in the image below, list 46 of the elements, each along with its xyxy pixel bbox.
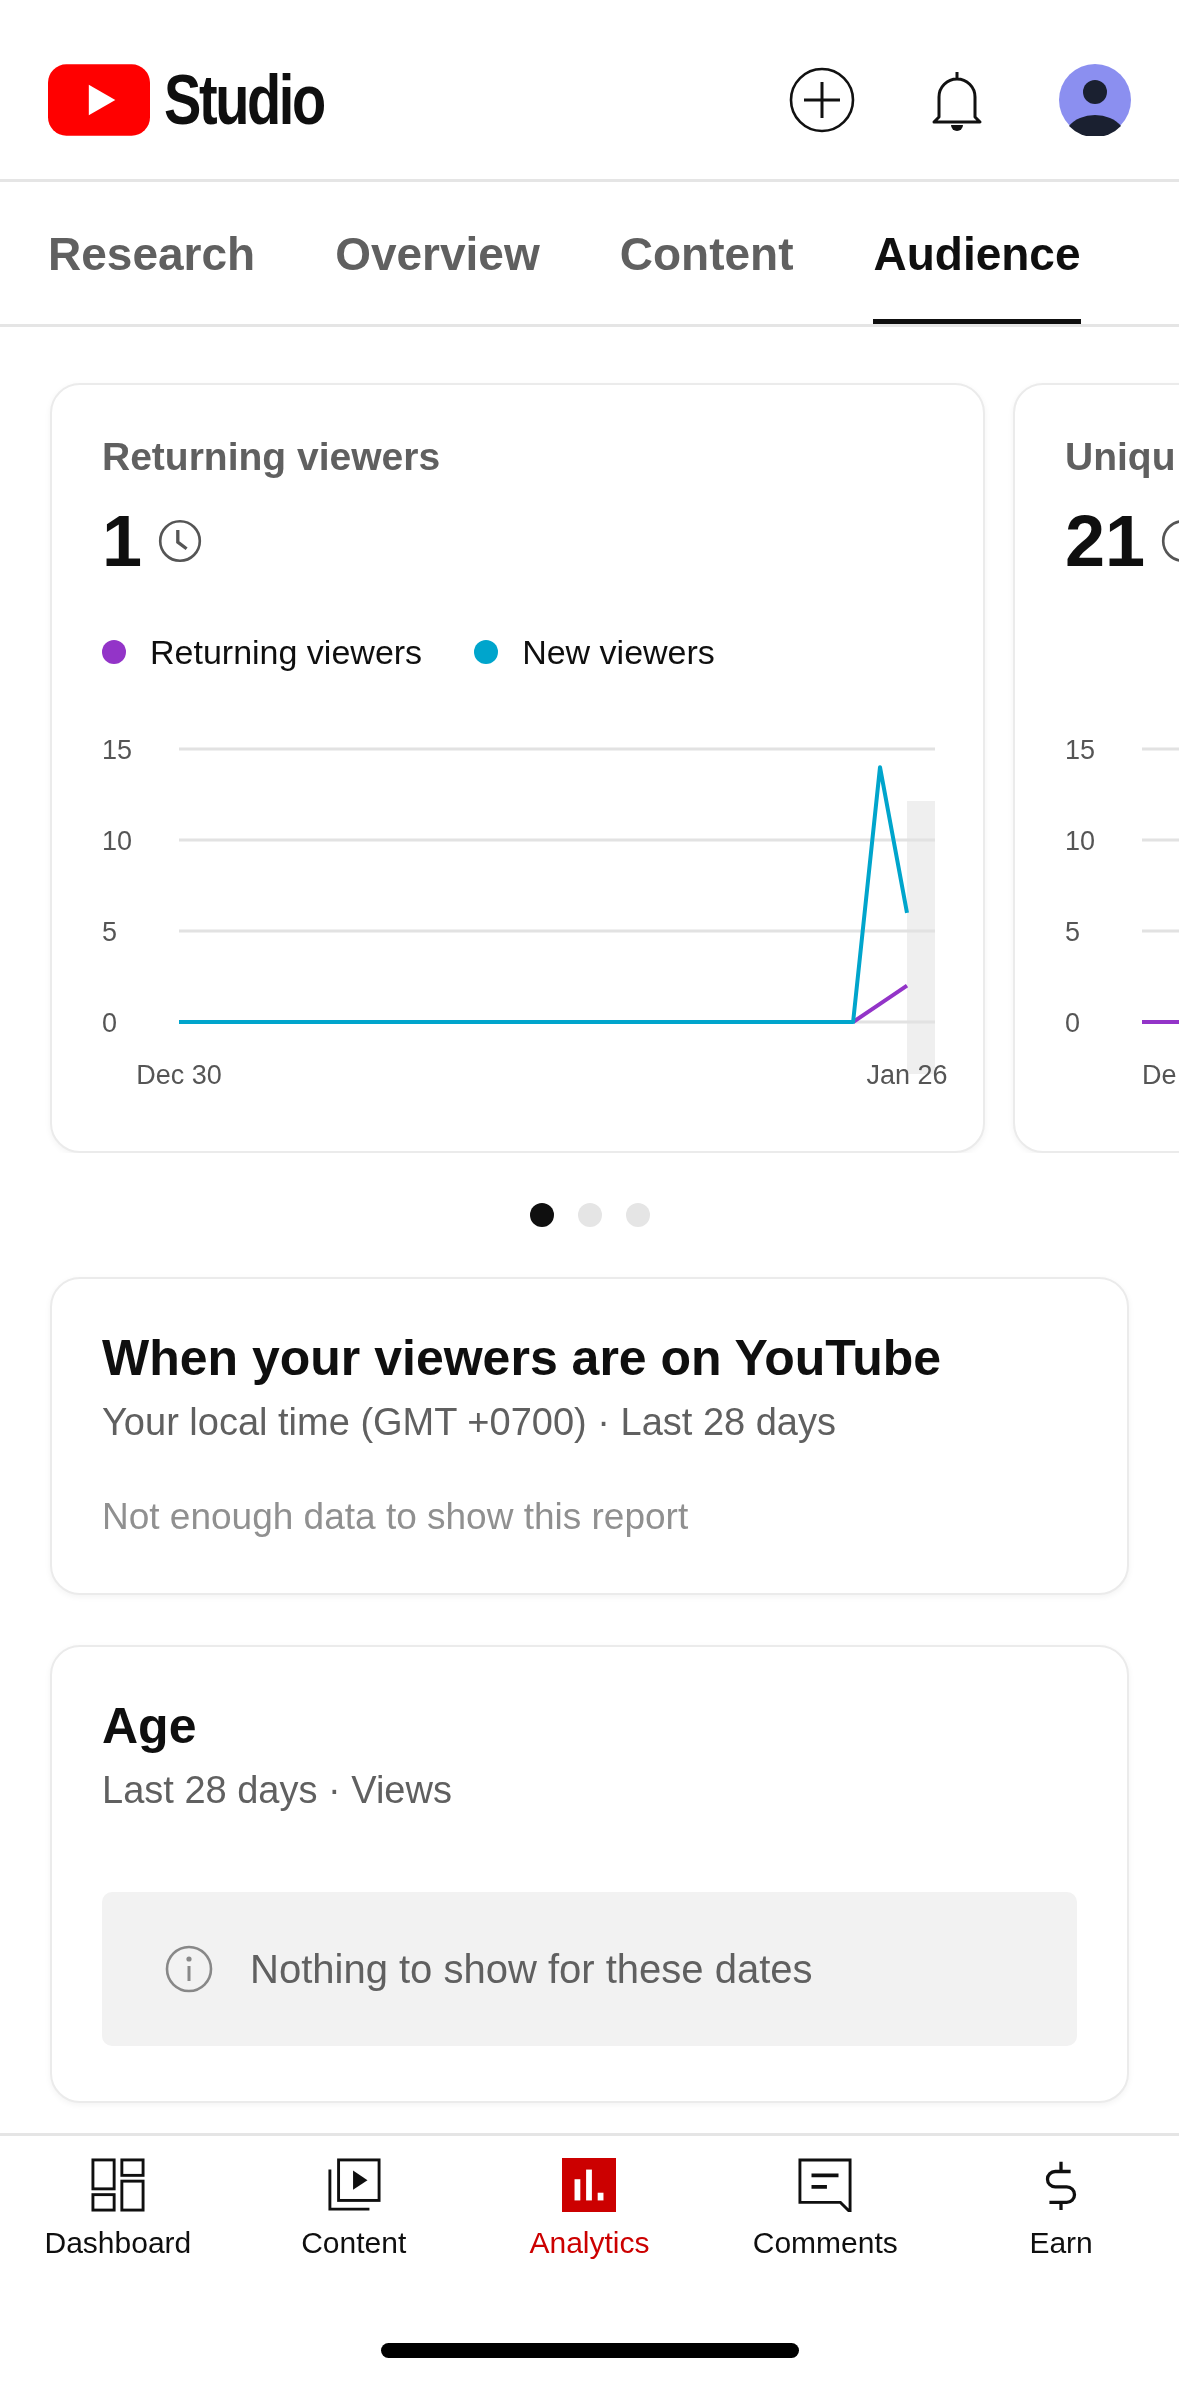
y-axis-label: 15 <box>1065 735 1096 765</box>
card-title: Uniqu <box>1065 435 1177 479</box>
nav-item[interactable]: Dashboard <box>0 2158 236 2278</box>
tab[interactable]: Overview <box>335 182 540 324</box>
nav-item[interactable]: Comments <box>707 2158 944 2278</box>
x-axis-label: Dec 30 <box>136 1060 222 1090</box>
legend-label: Returning viewers <box>150 632 423 672</box>
y-axis-label: 15 <box>102 735 133 765</box>
card-subtitle: Last 28 days · Views <box>102 1769 453 1812</box>
series-line <box>1142 1020 1179 1024</box>
logo-text: Studio <box>164 59 324 140</box>
x-axis-label: Jan 26 <box>866 1060 948 1090</box>
pager-dot[interactable] <box>577 1203 602 1227</box>
nav-item[interactable]: Content <box>235 2158 472 2278</box>
y-axis-label: 0 <box>1065 1008 1081 1038</box>
pager-dot[interactable] <box>625 1203 650 1227</box>
legend-label: New viewers <box>522 632 715 672</box>
tab[interactable]: Research <box>48 182 256 324</box>
metric-value: 1 <box>102 500 143 582</box>
info-icon <box>164 1944 214 1994</box>
pager-dot[interactable] <box>529 1203 554 1227</box>
avatar-icon[interactable] <box>1059 63 1131 136</box>
clock-icon <box>158 519 203 563</box>
metric-value: 21 <box>1065 500 1146 582</box>
card-title: Age <box>102 1697 198 1755</box>
card-subtitle: Your local time (GMT +0700) · Last 28 days <box>102 1401 837 1444</box>
y-axis-label: 10 <box>1065 826 1096 856</box>
dashboard-icon <box>90 2158 145 2212</box>
video-library-icon <box>326 2158 381 2212</box>
comment-icon <box>798 2158 853 2212</box>
tab[interactable]: Content <box>619 182 794 324</box>
y-axis-label: 0 <box>102 1008 118 1038</box>
play-logo-icon <box>48 63 150 136</box>
x-axis-label: De <box>1142 1060 1177 1090</box>
bar-chart-icon <box>562 2158 617 2212</box>
empty-note: Not enough data to show this report <box>102 1496 690 1538</box>
y-axis-label: 10 <box>102 826 133 856</box>
nav-item[interactable]: Analytics <box>471 2158 708 2278</box>
nav-item[interactable]: Earn <box>943 2158 1179 2278</box>
empty-message: Nothing to show for these dates <box>250 1946 813 1992</box>
card-title: Returning viewers <box>102 435 442 479</box>
y-axis-label: 5 <box>1065 917 1081 947</box>
card-title: When your viewers are on YouTube <box>102 1329 943 1387</box>
y-axis-label: 5 <box>102 917 118 947</box>
tab[interactable]: Audience <box>873 182 1081 324</box>
add-icon[interactable] <box>789 66 855 133</box>
